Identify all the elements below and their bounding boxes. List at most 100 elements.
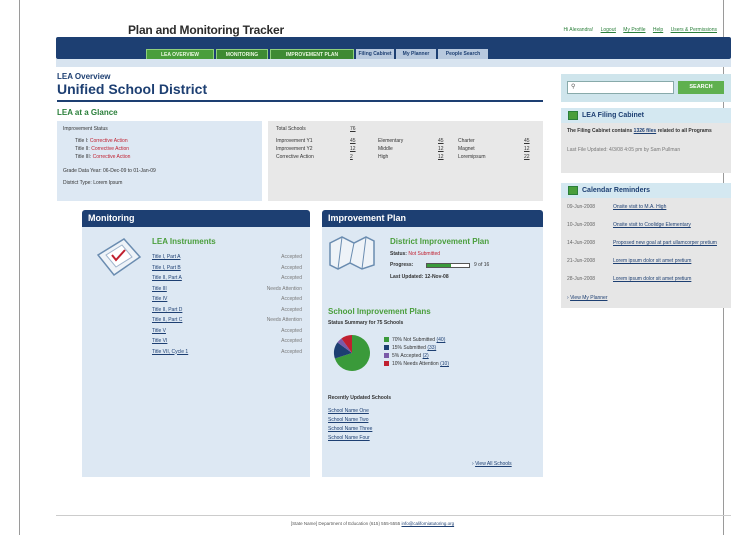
district-plan-heading: District Improvement Plan: [390, 237, 490, 246]
footer-rule: [56, 515, 731, 516]
calendar-panel: 09-Jun-2008 Onsite visit to M.A. High 10-J…: [561, 198, 731, 308]
filing-summary: The Filing Cabinet contains 1326 files r…: [567, 128, 712, 134]
legend-item: 70% Not Submitted (40): [384, 337, 445, 343]
stat-label: Improvement Y2: [276, 146, 313, 152]
reminder-link[interactable]: Lorem ipsum dolor sit amet pretium: [613, 258, 723, 264]
type-label: Loremipsum: [458, 154, 486, 160]
level-value[interactable]: 45: [438, 138, 444, 144]
app-title: Plan and Monitoring Tracker: [128, 23, 284, 37]
legend-text: 15% Submitted: [392, 345, 426, 351]
type-value[interactable]: 12: [524, 146, 530, 152]
plan-updated: Last Updated: 12-Nov-08: [390, 274, 449, 280]
school-totals-panel: Total Schools 76 Improvement Y1 45 Impro…: [268, 121, 543, 201]
level-label: Elementary: [378, 138, 404, 144]
improvement-status-panel: Improvement Status Title I: Corrective A…: [57, 121, 262, 201]
legend-count-link[interactable]: (2): [423, 353, 429, 359]
help-link[interactable]: Help: [653, 27, 663, 33]
stat-value[interactable]: 2: [350, 154, 353, 160]
recent-school-link[interactable]: School Name Two: [328, 417, 368, 423]
lea-instruments-heading: LEA Instruments: [152, 237, 216, 246]
level-value[interactable]: 12: [438, 154, 444, 160]
instrument-link[interactable]: Title I, Part A: [152, 254, 180, 260]
level-value[interactable]: 12: [438, 146, 444, 152]
main-nav: LEA OVERVIEW MONITORING IMPROVEMENT PLAN…: [56, 37, 731, 60]
reminder-link[interactable]: Onsite visit to M.A. High: [613, 204, 723, 210]
calendar-icon: [568, 186, 578, 195]
logout-link[interactable]: Logout: [601, 27, 616, 33]
instrument-link[interactable]: Title I, Part B: [152, 265, 181, 271]
search-input[interactable]: ⚲: [567, 81, 674, 94]
district-type: District Type: Lorem Ipsum: [63, 180, 123, 186]
filing-count-link[interactable]: 1326 files: [634, 128, 657, 134]
progress-bar: [426, 263, 470, 268]
reminder-date: 21-Jun-2008: [567, 258, 596, 264]
reminder-date: 28-Jun-2008: [567, 276, 596, 282]
breadcrumb: LEA Overview: [57, 72, 111, 81]
type-value[interactable]: 45: [524, 138, 530, 144]
legend-item: 15% Submitted (33): [384, 345, 436, 351]
instrument-status: Accepted: [281, 348, 302, 355]
legend-text: 10% Needs Attention: [392, 361, 439, 367]
total-schools-label: Total Schools: [276, 126, 306, 132]
type-value[interactable]: 22: [524, 154, 530, 160]
recent-school-link[interactable]: School Name One: [328, 408, 369, 414]
view-planner-link[interactable]: › View My Planner: [567, 295, 608, 301]
legend-item: 5% Accepted (2): [384, 353, 429, 359]
legend-text: 5% Accepted: [392, 353, 422, 359]
calendar-heading: Calendar Reminders: [561, 183, 731, 198]
footer-email-link[interactable]: info@californiatutoring.org: [401, 521, 454, 526]
instrument-link[interactable]: Title V: [152, 328, 166, 334]
legend-count-link[interactable]: (40): [436, 337, 445, 343]
stat-value[interactable]: 12: [350, 146, 356, 152]
reminder-date: 09-Jun-2008: [567, 204, 596, 210]
instrument-link[interactable]: Title IV: [152, 296, 167, 302]
page-frame: Plan and Monitoring Tracker Hi Alexandra…: [19, 0, 731, 535]
instrument-status: Needs Attention: [266, 285, 302, 292]
instrument-status: Accepted: [281, 306, 302, 313]
title-rule: [57, 100, 543, 102]
legend-count-link[interactable]: (33): [427, 345, 436, 351]
page-title: Unified School District: [57, 81, 208, 97]
recent-school-link[interactable]: School Name Three: [328, 426, 372, 432]
total-schools-value[interactable]: 76: [350, 126, 356, 132]
reminder-link[interactable]: Lorem ipsum dolor sit amet pretium: [613, 276, 723, 282]
instrument-link[interactable]: Title II, Part C: [152, 317, 182, 323]
filing-cabinet-panel: The Filing Cabinet contains 1326 files r…: [561, 123, 731, 173]
legend-swatch: [384, 353, 389, 359]
filing-updated: Last File Updated: 4/3/08 4:05 pm by Sam…: [567, 147, 681, 153]
search-button[interactable]: SEARCH: [678, 81, 724, 94]
instrument-status: Accepted: [281, 275, 302, 281]
view-all-schools-link[interactable]: › View All Schools: [472, 461, 512, 467]
reminder-date: 14-Jun-2008: [567, 240, 596, 246]
clipboard-icon: [96, 238, 142, 277]
stat-value[interactable]: 45: [350, 138, 356, 144]
reminder-link[interactable]: Onsite visit to Coolidge Elementary: [613, 222, 723, 228]
instrument-link[interactable]: Title VII, Cycle 1: [152, 349, 188, 355]
type-label: Magnet: [458, 146, 475, 152]
search-box: ⚲ SEARCH: [561, 74, 731, 102]
instrument-status: Accepted: [281, 264, 302, 271]
stat-label: Corrective Action: [276, 154, 314, 160]
recent-heading: Recently Updated Schools: [328, 395, 392, 401]
plan-progress-label: Progress:: [390, 262, 414, 268]
instrument-link[interactable]: Title II, Part D: [152, 307, 182, 313]
legend-swatch: [384, 345, 389, 351]
instrument-link[interactable]: Title II, Part A: [152, 275, 182, 281]
legend-text: 70% Not Submitted: [392, 337, 436, 343]
progress-text: 9 of 16: [474, 262, 490, 268]
users-permissions-link[interactable]: Users & Permissions: [671, 27, 717, 33]
school-plans-heading: School Improvement Plans: [328, 307, 431, 316]
instrument-status: Accepted: [281, 327, 302, 334]
instrument-link[interactable]: Title III: [152, 286, 167, 292]
monitoring-panel: LEA Instruments Title I, Part A Accepted T…: [82, 227, 310, 477]
legend-count-link[interactable]: (10): [440, 361, 449, 367]
status-pie-chart: [334, 335, 370, 371]
instrument-status: Accepted: [281, 338, 302, 344]
reminder-link[interactable]: Proposed new goal at part ullamcorper pr…: [613, 240, 723, 246]
recent-school-link[interactable]: School Name Four: [328, 435, 370, 441]
instrument-link[interactable]: Title VI: [152, 338, 167, 344]
title-status-line: Title I: Corrective Action: [75, 138, 128, 144]
my-profile-link[interactable]: My Profile: [623, 27, 645, 33]
legend-swatch: [384, 361, 389, 367]
nav-underbar: [56, 59, 731, 67]
